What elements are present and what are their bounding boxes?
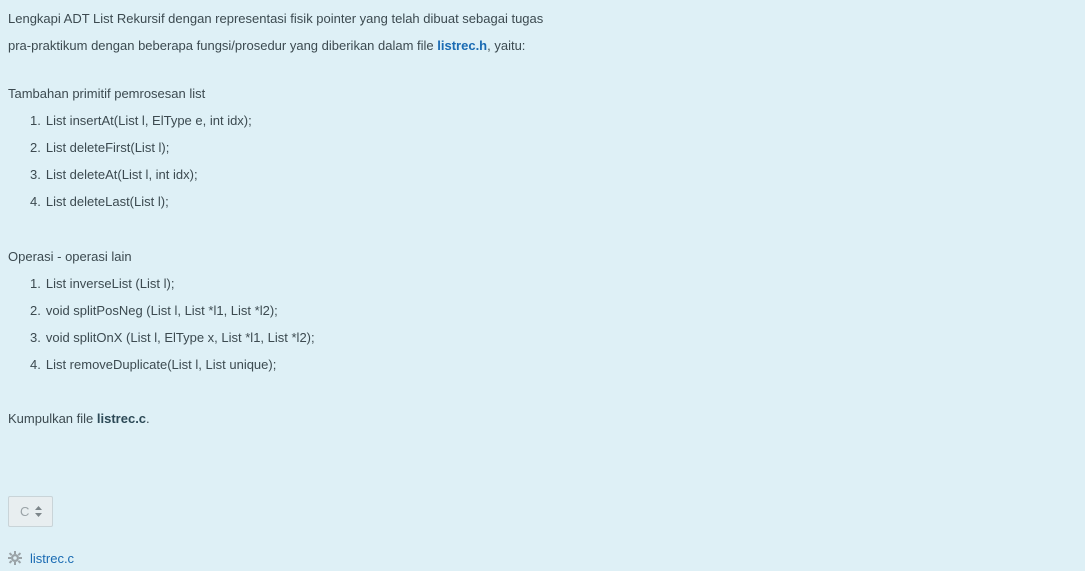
header-file-link[interactable]: listrec.h (437, 38, 487, 53)
list-item: 4. List removeDuplicate(List l, List uniq… (30, 357, 277, 372)
list-item: 2. void splitPosNeg (List l, List *l1, Li… (30, 303, 278, 318)
sort-arrows-icon (35, 506, 43, 517)
list-item: 2. List deleteFirst(List l); (30, 140, 170, 155)
gear-icon (8, 551, 22, 565)
section1-heading: Tambahan primitif pemrosesan list (8, 86, 206, 101)
language-select-value: C (20, 504, 30, 519)
submitted-file: listrec.c (8, 549, 74, 567)
intro-text-1: Lengkapi ADT List Rekursif dengan repres… (8, 11, 544, 26)
list-item: 3. List deleteAt(List l, int idx); (30, 167, 198, 182)
intro-text-2: pra-praktikum dengan beberapa fungsi/pro… (8, 38, 438, 53)
list-item: 4. List deleteLast(List l); (30, 194, 169, 209)
intro-text-2-suffix: , yaitu: (487, 38, 526, 53)
language-select[interactable]: C (8, 496, 53, 527)
list-item: 1. List inverseList (List l); (30, 276, 175, 291)
submit-filename: listrec.c (96, 411, 147, 426)
list-item: 3. void splitOnX (List l, ElType x, List … (30, 330, 315, 345)
list-item: 1. List insertAt(List l, ElType e, int id… (30, 113, 252, 128)
section2-heading: Operasi - operasi lain (8, 249, 132, 264)
intro-line-2: pra-praktikum dengan beberapa fungsi/pro… (8, 37, 525, 55)
intro-line-1: Lengkapi ADT List Rekursif dengan repres… (8, 10, 543, 28)
file-link[interactable]: listrec.c (30, 551, 74, 566)
submit-instruction: Kumpulkan file listrec.c. (8, 411, 150, 426)
